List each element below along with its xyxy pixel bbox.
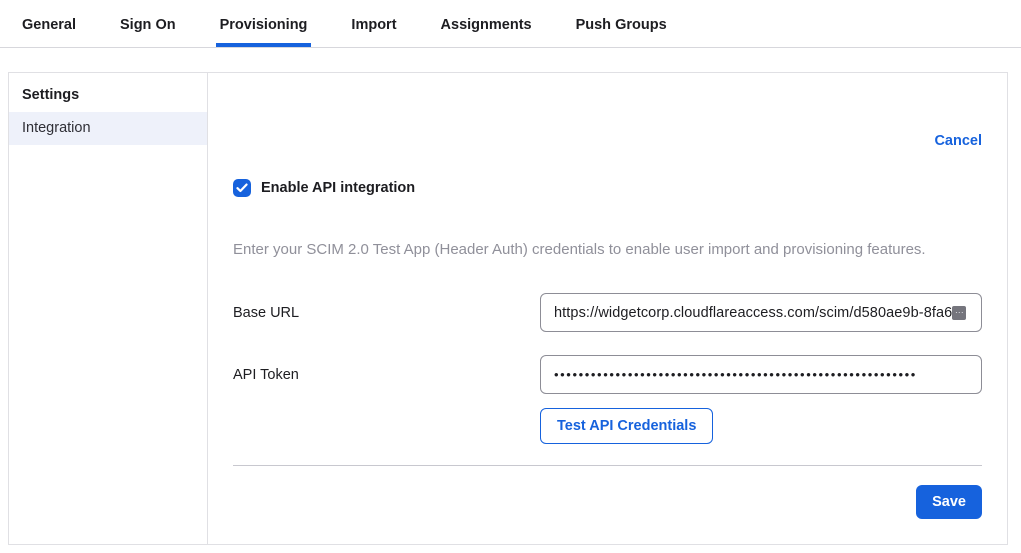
settings-sidebar: Settings Integration <box>9 73 208 544</box>
base-url-label: Base URL <box>233 305 540 321</box>
app-tab-bar: General Sign On Provisioning Import Assi… <box>0 0 1021 48</box>
base-url-value: https://widgetcorp.cloudflareaccess.com/… <box>554 305 952 321</box>
test-api-credentials-button[interactable]: Test API Credentials <box>540 408 713 444</box>
check-icon <box>236 183 248 193</box>
save-row: Save <box>233 485 982 519</box>
api-token-label: API Token <box>233 367 540 383</box>
tab-import[interactable]: Import <box>347 1 400 47</box>
tab-general[interactable]: General <box>18 1 80 47</box>
tab-sign-on[interactable]: Sign On <box>116 1 180 47</box>
integration-form: Cancel Enable API integration Enter your… <box>208 73 1007 544</box>
tab-assignments[interactable]: Assignments <box>437 1 536 47</box>
sidebar-header-settings: Settings <box>9 73 207 112</box>
sidebar-item-integration[interactable]: Integration <box>9 112 207 145</box>
provisioning-panel: Settings Integration Cancel Enable API i… <box>8 72 1008 545</box>
enable-api-row: Enable API integration <box>233 178 982 198</box>
api-token-input[interactable]: ••••••••••••••••••••••••••••••••••••••••… <box>540 355 982 394</box>
test-button-wrap: Test API Credentials <box>540 408 982 444</box>
cancel-row: Cancel <box>233 133 982 148</box>
api-token-value: ••••••••••••••••••••••••••••••••••••••••… <box>554 367 917 382</box>
cancel-button[interactable]: Cancel <box>934 133 982 149</box>
text-overflow-cursor-icon: ··· <box>952 306 966 320</box>
test-credentials-row: Test API Credentials <box>233 408 982 444</box>
base-url-input[interactable]: https://widgetcorp.cloudflareaccess.com/… <box>540 293 982 332</box>
test-row-spacer <box>233 408 540 444</box>
tab-push-groups[interactable]: Push Groups <box>572 1 671 47</box>
enable-api-checkbox[interactable] <box>233 179 251 197</box>
enable-api-label: Enable API integration <box>261 180 415 196</box>
tab-provisioning[interactable]: Provisioning <box>216 1 312 47</box>
form-divider <box>233 465 982 466</box>
api-token-field-row: API Token ••••••••••••••••••••••••••••••… <box>233 355 982 394</box>
save-button[interactable]: Save <box>916 485 982 519</box>
credentials-hint-text: Enter your SCIM 2.0 Test App (Header Aut… <box>233 242 982 257</box>
base-url-field-row: Base URL https://widgetcorp.cloudflareac… <box>233 293 982 332</box>
